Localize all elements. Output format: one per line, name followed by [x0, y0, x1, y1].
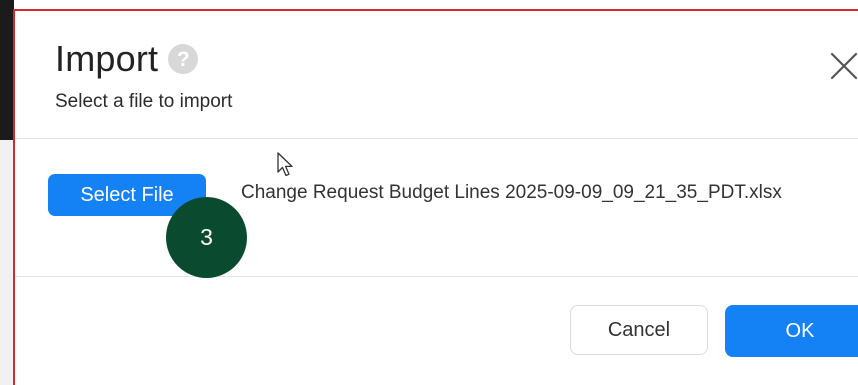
cancel-button[interactable]: Cancel — [570, 305, 708, 355]
dialog-title: Import — [55, 38, 159, 79]
close-icon[interactable] — [829, 51, 858, 81]
step-number-badge: 3 — [166, 197, 247, 278]
dialog-subtitle: Select a file to import — [55, 91, 233, 112]
dialog-footer: Cancel OK — [15, 277, 858, 385]
help-icon-glyph: ? — [176, 47, 190, 71]
background-app-dark-edge — [0, 0, 14, 140]
mouse-cursor-icon — [277, 152, 293, 177]
dialog-body: Select File Change Request Budget Lines … — [15, 139, 858, 277]
screen: Import ? Select a file to import Select … — [0, 0, 858, 385]
background-app-light-edge — [0, 140, 14, 385]
title-row: Import ? — [55, 38, 199, 79]
selected-file-name: Change Request Budget Lines 2025-09-09_0… — [241, 182, 782, 203]
ok-button[interactable]: OK — [725, 305, 858, 357]
import-dialog: Import ? Select a file to import Select … — [13, 9, 858, 385]
step-number: 3 — [200, 224, 213, 250]
dialog-header: Import ? Select a file to import — [15, 11, 858, 139]
help-icon[interactable]: ? — [168, 44, 199, 74]
